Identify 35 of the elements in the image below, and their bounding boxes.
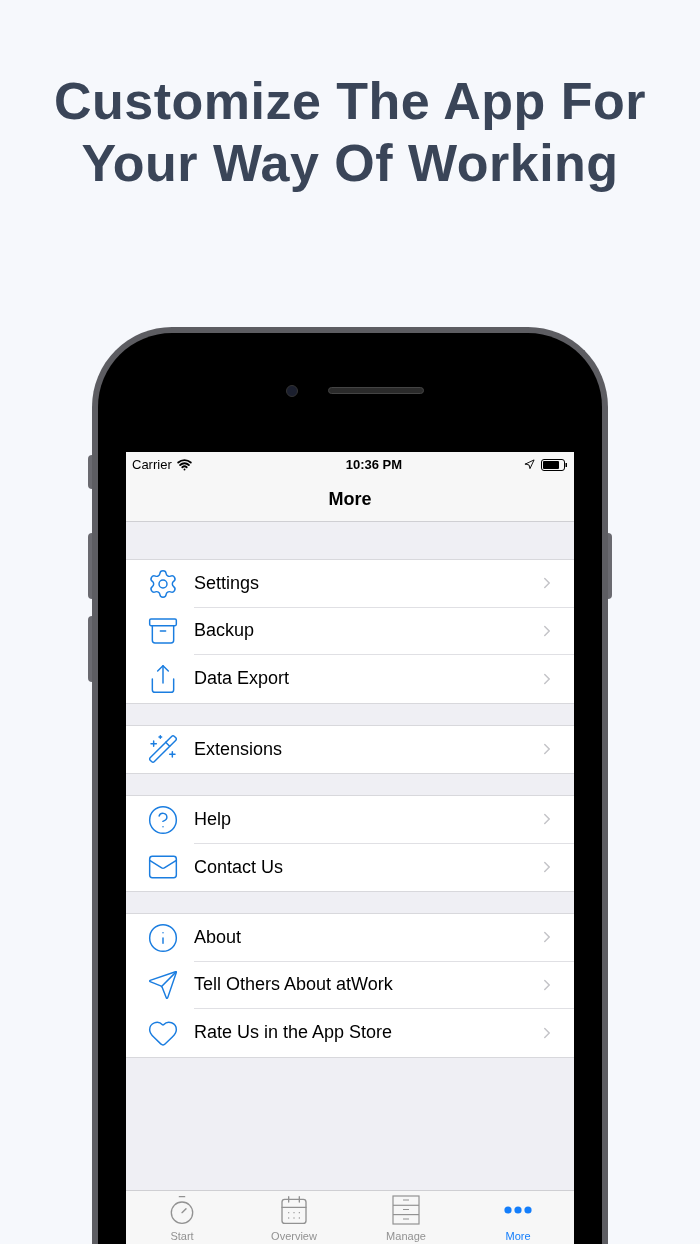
menu-row[interactable]: Backup (126, 607, 574, 655)
carrier-label: Carrier (132, 455, 172, 474)
paper-plane-icon (147, 969, 179, 1002)
drawer-cabinet-icon (392, 1194, 420, 1225)
menu-label: Backup (194, 619, 256, 643)
wifi-icon (176, 457, 192, 472)
menu-label: About (194, 925, 243, 949)
menu-label: Contact Us (194, 855, 285, 879)
magic-wand-icon (147, 733, 179, 766)
battery-icon (541, 458, 568, 471)
calendar-icon (278, 1193, 310, 1226)
menu-label: Help (194, 807, 233, 831)
camera-icon (286, 384, 298, 397)
menu-label: Settings (194, 571, 261, 595)
tab-item[interactable]: More (462, 1191, 574, 1243)
info-icon (147, 921, 179, 954)
more-dots-icon (504, 1205, 532, 1214)
screen-title: More (328, 487, 372, 511)
menu-row[interactable]: Settings (126, 560, 574, 608)
menu-row[interactable]: Tell Others About atWork (126, 961, 574, 1009)
menu-label: Extensions (194, 737, 284, 761)
menu-label: Data Export (194, 667, 291, 691)
menu-label: Tell Others About atWork (194, 973, 394, 997)
menu-row[interactable]: Help (126, 796, 574, 844)
menu-label: Rate Us in the App Store (194, 1021, 394, 1045)
menu-row[interactable]: About (126, 914, 574, 962)
menu-row[interactable]: Rate Us in the App Store (126, 1009, 574, 1057)
status-time: 10:36 PM (345, 455, 403, 474)
menu-row[interactable]: Extensions (126, 725, 574, 773)
location-arrow-icon (524, 459, 535, 470)
gear-icon (147, 567, 179, 600)
headline: Customize The App For Your Way Of Working (53, 71, 647, 194)
menu-row[interactable]: Data Export (126, 655, 574, 703)
help-icon (147, 803, 179, 836)
menu-row[interactable]: Contact Us (126, 843, 574, 891)
